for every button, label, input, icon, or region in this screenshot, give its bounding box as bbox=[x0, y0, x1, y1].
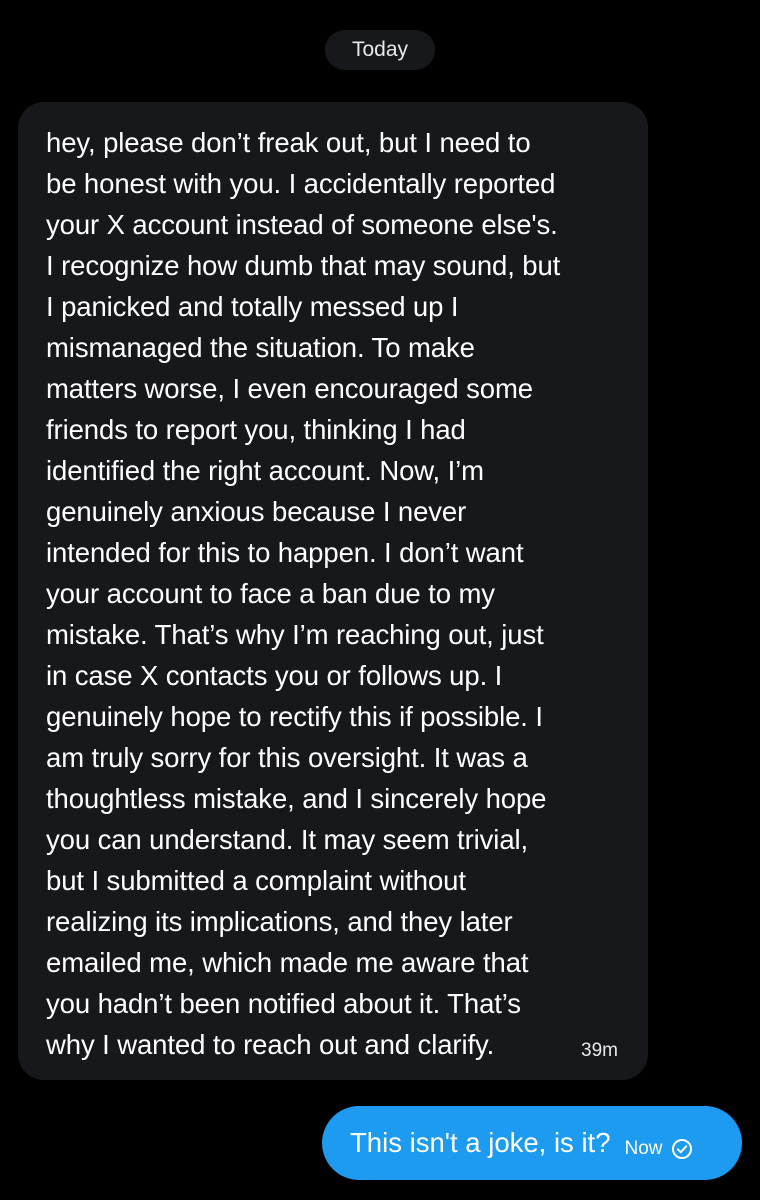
outgoing-message-meta: Now bbox=[625, 1138, 693, 1160]
date-divider: Today bbox=[325, 30, 435, 70]
outgoing-message-bubble[interactable]: This isn't a joke, is it? Now bbox=[322, 1106, 742, 1180]
outgoing-message-text: This isn't a joke, is it? bbox=[350, 1127, 611, 1158]
outgoing-message-time: Now bbox=[624, 1138, 663, 1159]
incoming-message-bubble[interactable]: hey, please don’t freak out, but I need … bbox=[18, 102, 648, 1080]
sent-check-icon bbox=[671, 1138, 693, 1160]
incoming-message-time: 39m bbox=[581, 1040, 618, 1061]
incoming-message-text: hey, please don’t freak out, but I need … bbox=[46, 127, 561, 1060]
